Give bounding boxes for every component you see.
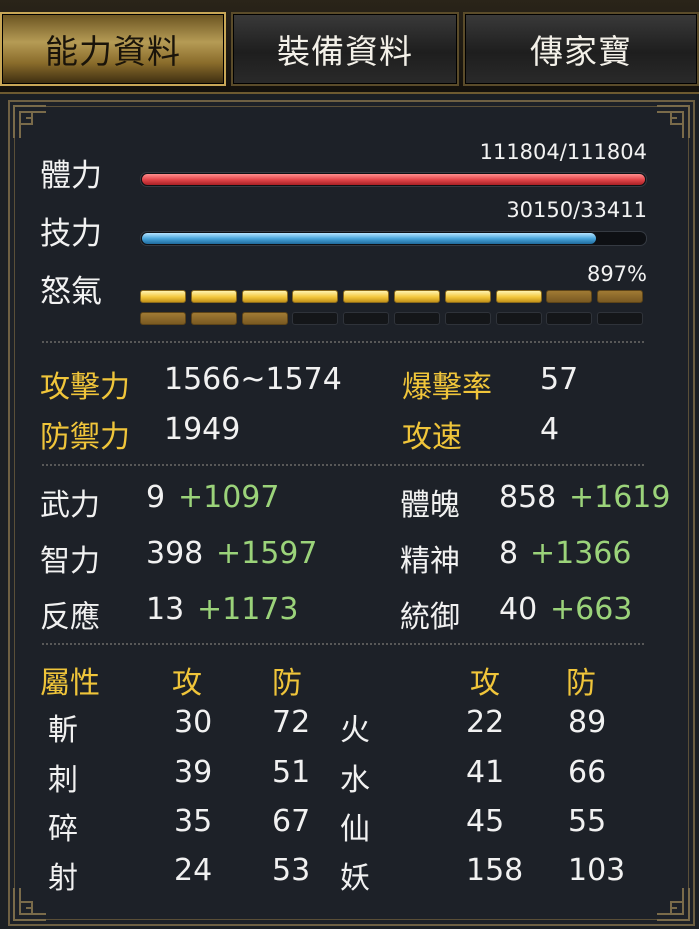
attr-bonus-reaction: +1173: [197, 592, 299, 627]
rage-segment: [597, 290, 643, 303]
attr-label-intelligence: 智力: [40, 544, 100, 579]
rage-segment: [140, 312, 186, 325]
element-right-attack: 22: [466, 705, 505, 740]
element-left-attack: 30: [174, 705, 213, 740]
element-left-name: 碎: [48, 812, 78, 847]
element-right-name: 妖: [340, 861, 370, 896]
mp-bar-fill: [142, 233, 596, 244]
attack-value: 1566~1574: [164, 362, 342, 397]
element-right-defense: 66: [568, 755, 607, 790]
element-header-attack-2: 攻: [470, 666, 500, 701]
attr-bonus-strength: +1097: [178, 480, 280, 515]
mp-bar: [140, 231, 647, 246]
attr-bonus-command: +663: [550, 592, 633, 627]
attr-label-reaction: 反應: [40, 600, 100, 635]
tab-equipment[interactable]: 裝備資料: [231, 12, 459, 86]
tab-ability[interactable]: 能力資料: [0, 12, 226, 86]
element-left-name: 斬: [48, 713, 78, 748]
divider: [42, 341, 644, 343]
attr-base-strength: 9: [146, 480, 166, 515]
element-right-name: 火: [340, 713, 370, 748]
attr-label-physique: 體魄: [400, 488, 460, 523]
attr-label-spirit: 精神: [400, 544, 460, 579]
rage-segment: [191, 312, 237, 325]
attr-base-physique: 858: [499, 480, 557, 515]
element-header-attack: 攻: [172, 666, 202, 701]
rage-segment: [242, 290, 288, 303]
hp-bar-fill: [142, 174, 645, 185]
element-right-defense: 55: [568, 804, 607, 839]
frame-corner-ornament: [655, 886, 691, 922]
crit-value: 57: [540, 362, 579, 397]
element-left-attack: 35: [174, 804, 213, 839]
attr-base-command: 40: [499, 592, 538, 627]
rage-segment: [445, 290, 491, 303]
attr-base-spirit: 8: [499, 536, 519, 571]
rage-segment: [394, 312, 440, 325]
rage-gauge-row-1: [140, 290, 645, 303]
hp-value: 111804/111804: [479, 140, 647, 164]
rage-segment: [445, 312, 491, 325]
rage-segment: [191, 290, 237, 303]
attr-base-reaction: 13: [146, 592, 185, 627]
rage-segment: [292, 290, 338, 303]
tab-bar: 能力資料 裝備資料 傳家寶: [0, 0, 699, 94]
hp-bar: [140, 172, 647, 187]
element-left-attack: 24: [174, 853, 213, 888]
element-left-defense: 51: [272, 755, 311, 790]
rage-segment: [546, 312, 592, 325]
element-right-name: 水: [340, 763, 370, 798]
mp-value: 30150/33411: [506, 198, 647, 222]
attr-bonus-physique: +1619: [569, 480, 671, 515]
defense-label: 防禦力: [40, 420, 130, 455]
element-right-attack: 45: [466, 804, 505, 839]
element-right-attack: 41: [466, 755, 505, 790]
defense-value: 1949: [164, 412, 241, 447]
element-right-name: 仙: [340, 812, 370, 847]
rage-segment: [343, 312, 389, 325]
rage-segment: [140, 290, 186, 303]
element-left-attack: 39: [174, 755, 213, 790]
attr-bonus-spirit: +1366: [530, 536, 632, 571]
element-header-defense-2: 防: [566, 666, 596, 701]
rage-gauge-row-2: [140, 312, 645, 325]
rage-segment: [343, 290, 389, 303]
attr-bonus-intelligence: +1597: [216, 536, 318, 571]
element-left-defense: 67: [272, 804, 311, 839]
rage-segment: [292, 312, 338, 325]
rage-segment: [394, 290, 440, 303]
frame-corner-ornament: [12, 104, 48, 140]
element-right-defense: 89: [568, 705, 607, 740]
rage-segment: [242, 312, 288, 325]
element-right-attack: 158: [466, 853, 524, 888]
element-left-name: 刺: [48, 763, 78, 798]
attr-label-command: 統御: [400, 600, 460, 635]
rage-segment: [597, 312, 643, 325]
crit-label: 爆擊率: [402, 370, 492, 405]
element-left-defense: 53: [272, 853, 311, 888]
rage-label: 怒氣: [40, 274, 102, 310]
attr-base-intelligence: 398: [146, 536, 204, 571]
element-left-name: 射: [48, 861, 78, 896]
frame-corner-ornament: [655, 104, 691, 140]
tab-heirloom[interactable]: 傳家寶: [463, 12, 699, 86]
rage-value: 897%: [586, 262, 647, 286]
attack-speed-value: 4: [540, 412, 560, 447]
hp-label: 體力: [40, 158, 102, 194]
frame-corner-ornament: [12, 886, 48, 922]
attr-label-strength: 武力: [40, 488, 100, 523]
element-left-defense: 72: [272, 705, 311, 740]
divider: [42, 643, 644, 645]
mp-label: 技力: [40, 216, 102, 252]
attack-speed-label: 攻速: [402, 420, 462, 455]
divider: [42, 464, 644, 466]
element-header-title: 屬性: [40, 666, 100, 701]
rage-segment: [546, 290, 592, 303]
element-right-defense: 103: [568, 853, 626, 888]
attack-label: 攻擊力: [40, 370, 130, 405]
rage-segment: [496, 312, 542, 325]
element-header-defense: 防: [272, 666, 302, 701]
rage-segment: [496, 290, 542, 303]
